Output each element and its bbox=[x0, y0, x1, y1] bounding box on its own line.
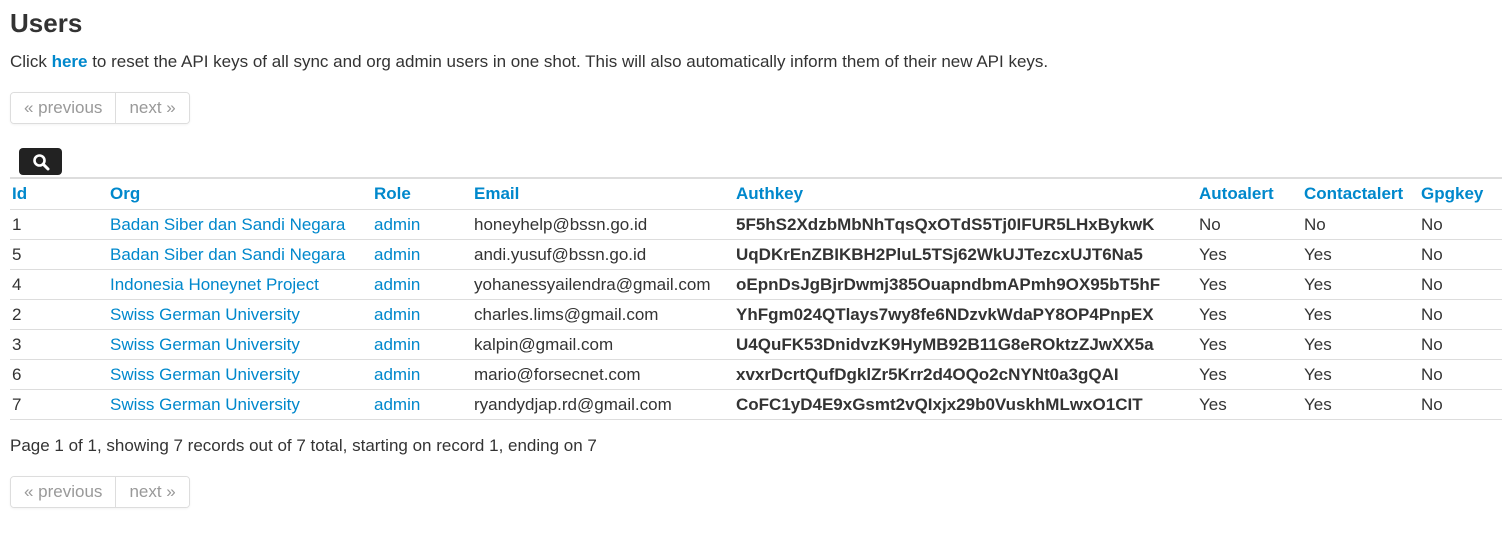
cell-contactalert: Yes bbox=[1302, 359, 1419, 390]
cell-id: 5 bbox=[10, 239, 108, 270]
previous-button[interactable]: « previous bbox=[11, 477, 116, 507]
sort-org[interactable]: Org bbox=[108, 177, 372, 210]
cell-id: 7 bbox=[10, 389, 108, 420]
cell-id: 4 bbox=[10, 269, 108, 300]
table-row: 4 Indonesia Honeynet Project admin yohan… bbox=[10, 269, 1502, 300]
cell-gpgkey: No bbox=[1419, 329, 1502, 360]
search-button[interactable] bbox=[19, 148, 62, 175]
sort-role[interactable]: Role bbox=[372, 177, 472, 210]
org-link[interactable]: Swiss German University bbox=[108, 389, 372, 420]
table-row: 5 Badan Siber dan Sandi Negara admin and… bbox=[10, 239, 1502, 270]
org-link[interactable]: Swiss German University bbox=[108, 359, 372, 390]
sort-autoalert[interactable]: Autoalert bbox=[1197, 177, 1302, 210]
next-button[interactable]: next » bbox=[115, 477, 189, 507]
cell-authkey: U4QuFK53DnidvzK9HyMB92B11G8eROktzZJwXX5a bbox=[734, 329, 1197, 360]
role-link[interactable]: admin bbox=[372, 239, 472, 270]
org-link[interactable]: Indonesia Honeynet Project bbox=[108, 269, 372, 300]
intro-suffix: to reset the API keys of all sync and or… bbox=[87, 52, 1049, 71]
role-link[interactable]: admin bbox=[372, 329, 472, 360]
cell-gpgkey: No bbox=[1419, 209, 1502, 240]
cell-id: 6 bbox=[10, 359, 108, 390]
reset-keys-link[interactable]: here bbox=[52, 52, 88, 71]
cell-id: 3 bbox=[10, 329, 108, 360]
page-title: Users bbox=[10, 8, 83, 38]
cell-contactalert: Yes bbox=[1302, 269, 1419, 300]
cell-gpgkey: No bbox=[1419, 299, 1502, 330]
cell-gpgkey: No bbox=[1419, 269, 1502, 300]
sort-contactalert[interactable]: Contactalert bbox=[1302, 177, 1419, 210]
org-link[interactable]: Badan Siber dan Sandi Negara bbox=[108, 239, 372, 270]
pagination-summary: Page 1 of 1, showing 7 records out of 7 … bbox=[10, 436, 597, 455]
org-link[interactable]: Swiss German University bbox=[108, 299, 372, 330]
next-button[interactable]: next » bbox=[115, 93, 189, 123]
cell-id: 2 bbox=[10, 299, 108, 330]
cell-email: kalpin@gmail.com bbox=[472, 329, 734, 360]
cell-authkey: oEpnDsJgBjrDwmj385OuapndbmAPmh9OX95bT5hF bbox=[734, 269, 1197, 300]
sort-id[interactable]: Id bbox=[10, 177, 108, 210]
cell-autoalert: Yes bbox=[1197, 389, 1302, 420]
cell-autoalert: Yes bbox=[1197, 359, 1302, 390]
cell-authkey: CoFC1yD4E9xGsmt2vQIxjx29b0VuskhMLwxO1CIT bbox=[734, 389, 1197, 420]
reset-keys-intro: Click here to reset the API keys of all … bbox=[10, 50, 1048, 74]
cell-email: ryandydjap.rd@gmail.com bbox=[472, 389, 734, 420]
role-link[interactable]: admin bbox=[372, 269, 472, 300]
cell-authkey: xvxrDcrtQufDgklZr5Krr2d4OQo2cNYNt0a3gQAI bbox=[734, 359, 1197, 390]
cell-contactalert: Yes bbox=[1302, 299, 1419, 330]
cell-authkey: UqDKrEnZBIKBH2PluL5TSj62WkUJTezcxUJT6Na5 bbox=[734, 239, 1197, 270]
cell-authkey: YhFgm024QTlays7wy8fe6NDzvkWdaPY8OP4PnpEX bbox=[734, 299, 1197, 330]
cell-contactalert: Yes bbox=[1302, 239, 1419, 270]
cell-contactalert: No bbox=[1302, 209, 1419, 240]
cell-autoalert: Yes bbox=[1197, 299, 1302, 330]
sort-gpgkey[interactable]: Gpgkey bbox=[1419, 177, 1502, 210]
cell-gpgkey: No bbox=[1419, 359, 1502, 390]
org-link[interactable]: Badan Siber dan Sandi Negara bbox=[108, 209, 372, 240]
role-link[interactable]: admin bbox=[372, 209, 472, 240]
intro-prefix: Click bbox=[10, 52, 52, 71]
cell-gpgkey: No bbox=[1419, 389, 1502, 420]
cell-email: honeyhelp@bssn.go.id bbox=[472, 209, 734, 240]
cell-id: 1 bbox=[10, 209, 108, 240]
cell-autoalert: Yes bbox=[1197, 269, 1302, 300]
table-row: 6 Swiss German University admin mario@fo… bbox=[10, 359, 1502, 390]
pagination-bottom: « previous next » bbox=[10, 476, 190, 508]
cell-autoalert: Yes bbox=[1197, 239, 1302, 270]
role-link[interactable]: admin bbox=[372, 299, 472, 330]
cell-email: yohanessyailendra@gmail.com bbox=[472, 269, 734, 300]
search-icon bbox=[32, 153, 49, 170]
cell-authkey: 5F5hS2XdzbMbNhTqsQxOTdS5Tj0IFUR5LHxBykwK bbox=[734, 209, 1197, 240]
role-link[interactable]: admin bbox=[372, 389, 472, 420]
sort-authkey[interactable]: Authkey bbox=[734, 177, 1197, 210]
cell-autoalert: Yes bbox=[1197, 329, 1302, 360]
table-row: 7 Swiss German University admin ryandydj… bbox=[10, 389, 1502, 420]
cell-email: mario@forsecnet.com bbox=[472, 359, 734, 390]
table-row: 1 Badan Siber dan Sandi Negara admin hon… bbox=[10, 209, 1502, 240]
org-link[interactable]: Swiss German University bbox=[108, 329, 372, 360]
sort-email[interactable]: Email bbox=[472, 177, 734, 210]
table-header-row: Id Org Role Email Authkey Autoalert Cont… bbox=[10, 177, 1502, 210]
cell-contactalert: Yes bbox=[1302, 329, 1419, 360]
previous-button[interactable]: « previous bbox=[11, 93, 116, 123]
pagination-top: « previous next » bbox=[10, 92, 190, 124]
role-link[interactable]: admin bbox=[372, 359, 472, 390]
table-row: 3 Swiss German University admin kalpin@g… bbox=[10, 329, 1502, 360]
cell-gpgkey: No bbox=[1419, 239, 1502, 270]
cell-email: andi.yusuf@bssn.go.id bbox=[472, 239, 734, 270]
cell-contactalert: Yes bbox=[1302, 389, 1419, 420]
cell-email: charles.lims@gmail.com bbox=[472, 299, 734, 330]
cell-autoalert: No bbox=[1197, 209, 1302, 240]
table-row: 2 Swiss German University admin charles.… bbox=[10, 299, 1502, 330]
users-table: Id Org Role Email Authkey Autoalert Cont… bbox=[10, 177, 1502, 420]
